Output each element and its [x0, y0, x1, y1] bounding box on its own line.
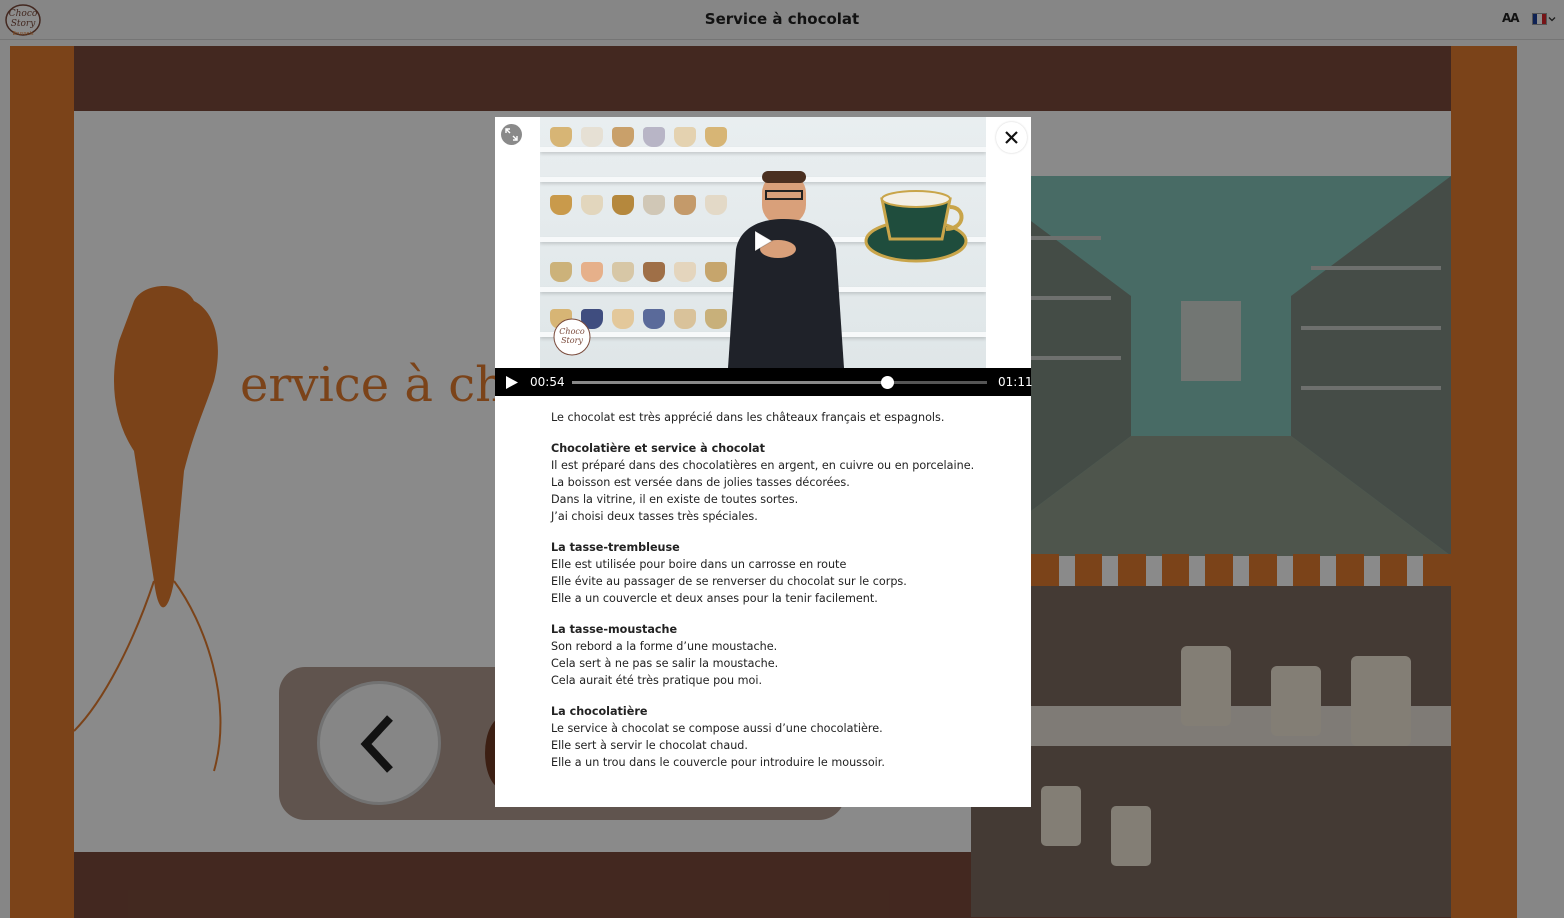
- svg-text:Story: Story: [561, 336, 583, 345]
- close-button[interactable]: [996, 122, 1027, 153]
- transcript-line: Cela sert à ne pas se salir la moustache…: [551, 657, 779, 670]
- transcript-line: Cela aurait été très pratique pou moi.: [551, 674, 763, 687]
- transcript-line: Dans la vitrine, il en existe de toutes …: [551, 493, 799, 506]
- close-icon: [1005, 131, 1018, 144]
- transcript: Le chocolat est très apprécié dans les c…: [551, 409, 991, 785]
- svg-text:Choco: Choco: [559, 327, 585, 336]
- video-player[interactable]: Choco Story: [540, 117, 986, 368]
- play-icon[interactable]: [505, 375, 519, 390]
- expand-icon: [505, 128, 518, 141]
- transcript-line: Elle a un couvercle et deux anses pour l…: [551, 592, 878, 605]
- total-time: 01:11: [998, 375, 1033, 389]
- choco-story-video-logo: Choco Story: [553, 318, 591, 356]
- transcript-line: Elle évite au passager de se renverser d…: [551, 575, 907, 588]
- video-play-icon[interactable]: [752, 229, 774, 253]
- section-title: La tasse-trembleuse: [551, 541, 680, 554]
- transcript-line: Elle est utilisée pour boire dans un car…: [551, 558, 847, 571]
- transcript-section: La chocolatière Le service à chocolat se…: [551, 703, 991, 771]
- progress-bar[interactable]: [572, 376, 987, 389]
- transcript-section: La tasse-moustache Son rebord a la forme…: [551, 621, 991, 689]
- fullscreen-button[interactable]: [501, 124, 522, 145]
- video-modal: Choco Story 00:54 01:11 Le chocolat est …: [495, 117, 1033, 807]
- video-area: Choco Story: [495, 117, 1031, 368]
- teacup-image: [864, 190, 968, 263]
- transcript-line: Elle sert à servir le chocolat chaud.: [551, 739, 748, 752]
- transcript-line: Il est préparé dans des chocolatières en…: [551, 459, 975, 472]
- transcript-line: Son rebord a la forme d’une moustache.: [551, 640, 778, 653]
- section-title: Chocolatière et service à chocolat: [551, 442, 765, 455]
- progress-handle[interactable]: [881, 376, 895, 389]
- progress-fill: [572, 381, 888, 384]
- transcript-section: La tasse-trembleuse Elle est utilisée po…: [551, 539, 991, 607]
- transcript-line: Elle a un trou dans le couvercle pour in…: [551, 756, 885, 769]
- presenter-figure: [728, 171, 844, 368]
- current-time: 00:54: [530, 375, 565, 389]
- transcript-section: Chocolatière et service à chocolat Il es…: [551, 440, 991, 525]
- video-controls: 00:54 01:11: [495, 368, 1033, 396]
- transcript-line: Le service à chocolat se compose aussi d…: [551, 722, 883, 735]
- transcript-intro: Le chocolat est très apprécié dans les c…: [551, 411, 945, 424]
- transcript-line: La boisson est versée dans de jolies tas…: [551, 476, 850, 489]
- section-title: La chocolatière: [551, 705, 648, 718]
- transcript-line: J’ai choisi deux tasses très spéciales.: [551, 510, 758, 523]
- section-title: La tasse-moustache: [551, 623, 678, 636]
